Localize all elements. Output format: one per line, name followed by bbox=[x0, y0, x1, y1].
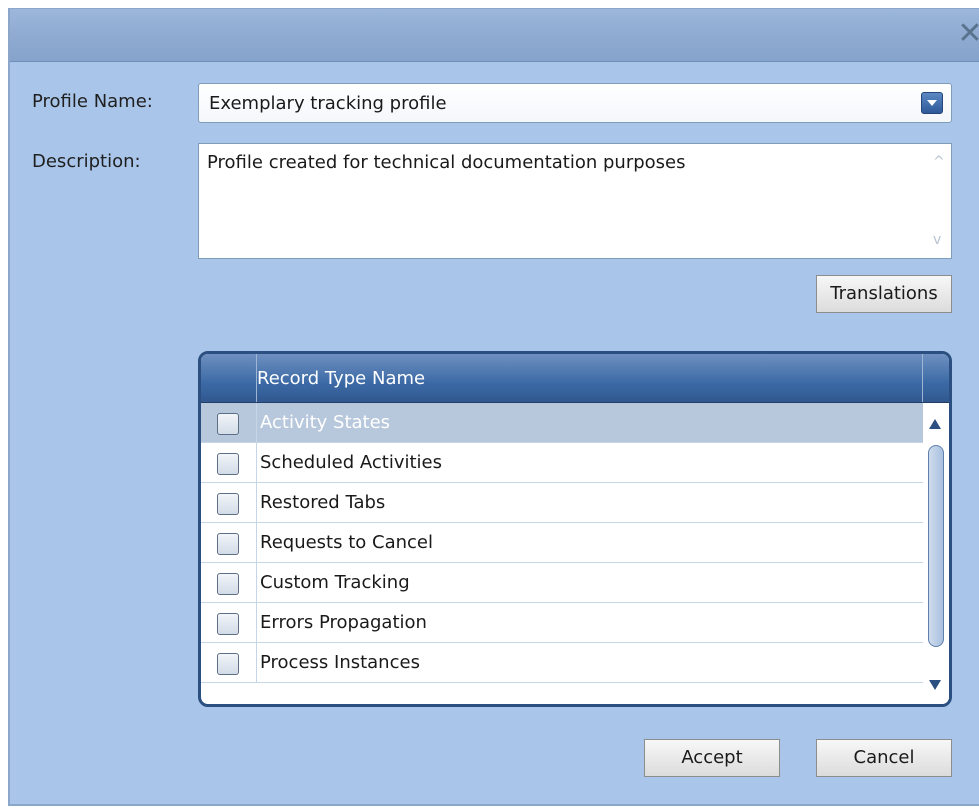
row-checkbox[interactable] bbox=[217, 653, 239, 675]
header-end-column bbox=[922, 354, 949, 402]
scrollbar-thumb[interactable] bbox=[928, 445, 944, 647]
scroll-up-arrow-icon[interactable] bbox=[929, 419, 941, 429]
table-row[interactable]: Scheduled Activities bbox=[201, 443, 923, 483]
profile-name-combobox[interactable]: Exemplary tracking profile bbox=[198, 83, 952, 123]
cell-divider bbox=[256, 403, 257, 443]
grid-scrollbar[interactable] bbox=[923, 403, 949, 704]
cell-divider bbox=[256, 563, 257, 603]
description-value: Profile created for technical documentat… bbox=[207, 152, 686, 173]
scroll-down-icon[interactable]: v bbox=[933, 233, 945, 247]
row-checkbox[interactable] bbox=[217, 493, 239, 515]
cell-divider bbox=[256, 603, 257, 643]
accept-button[interactable]: Accept bbox=[644, 739, 780, 777]
record-type-name: Custom Tracking bbox=[260, 572, 410, 593]
record-type-name: Errors Propagation bbox=[260, 612, 427, 633]
header-record-type-name[interactable]: Record Type Name bbox=[257, 368, 425, 389]
profile-name-label: Profile Name: bbox=[32, 91, 153, 112]
chevron-down-icon[interactable] bbox=[921, 92, 943, 114]
close-icon[interactable]: ✕ bbox=[957, 19, 979, 49]
description-label: Description: bbox=[32, 151, 141, 172]
grid-rows: Activity States Scheduled Activities Res… bbox=[201, 403, 923, 683]
record-type-name: Requests to Cancel bbox=[260, 532, 433, 553]
cell-divider bbox=[256, 643, 257, 683]
table-row[interactable]: Errors Propagation bbox=[201, 603, 923, 643]
table-row[interactable]: Custom Tracking bbox=[201, 563, 923, 603]
translations-button[interactable]: Translations bbox=[816, 275, 952, 313]
header-checkbox-column[interactable] bbox=[201, 354, 257, 402]
tracking-profile-dialog: ✕ Profile Name: Exemplary tracking profi… bbox=[8, 8, 979, 806]
dialog-titlebar: ✕ bbox=[10, 9, 979, 62]
grid-header: Record Type Name bbox=[201, 354, 949, 403]
scroll-down-arrow-icon[interactable] bbox=[929, 680, 941, 690]
record-type-name: Restored Tabs bbox=[260, 492, 386, 513]
row-checkbox[interactable] bbox=[217, 533, 239, 555]
table-row[interactable]: Requests to Cancel bbox=[201, 523, 923, 563]
description-textarea[interactable]: Profile created for technical documentat… bbox=[198, 143, 952, 259]
cell-divider bbox=[256, 443, 257, 483]
table-row[interactable]: Process Instances bbox=[201, 643, 923, 683]
row-checkbox[interactable] bbox=[217, 453, 239, 475]
cell-divider bbox=[256, 483, 257, 523]
row-checkbox[interactable] bbox=[217, 413, 239, 435]
record-type-name: Process Instances bbox=[260, 652, 420, 673]
scroll-up-icon[interactable]: ^ bbox=[933, 155, 945, 169]
cancel-button[interactable]: Cancel bbox=[816, 739, 952, 777]
row-checkbox[interactable] bbox=[217, 613, 239, 635]
record-type-grid: Record Type Name Activity States Schedul… bbox=[198, 351, 952, 707]
record-type-name: Scheduled Activities bbox=[260, 452, 442, 473]
table-row[interactable]: Activity States bbox=[201, 403, 923, 443]
profile-name-value: Exemplary tracking profile bbox=[209, 93, 447, 114]
row-checkbox[interactable] bbox=[217, 573, 239, 595]
table-row[interactable]: Restored Tabs bbox=[201, 483, 923, 523]
cell-divider bbox=[256, 523, 257, 563]
record-type-name: Activity States bbox=[260, 412, 391, 433]
